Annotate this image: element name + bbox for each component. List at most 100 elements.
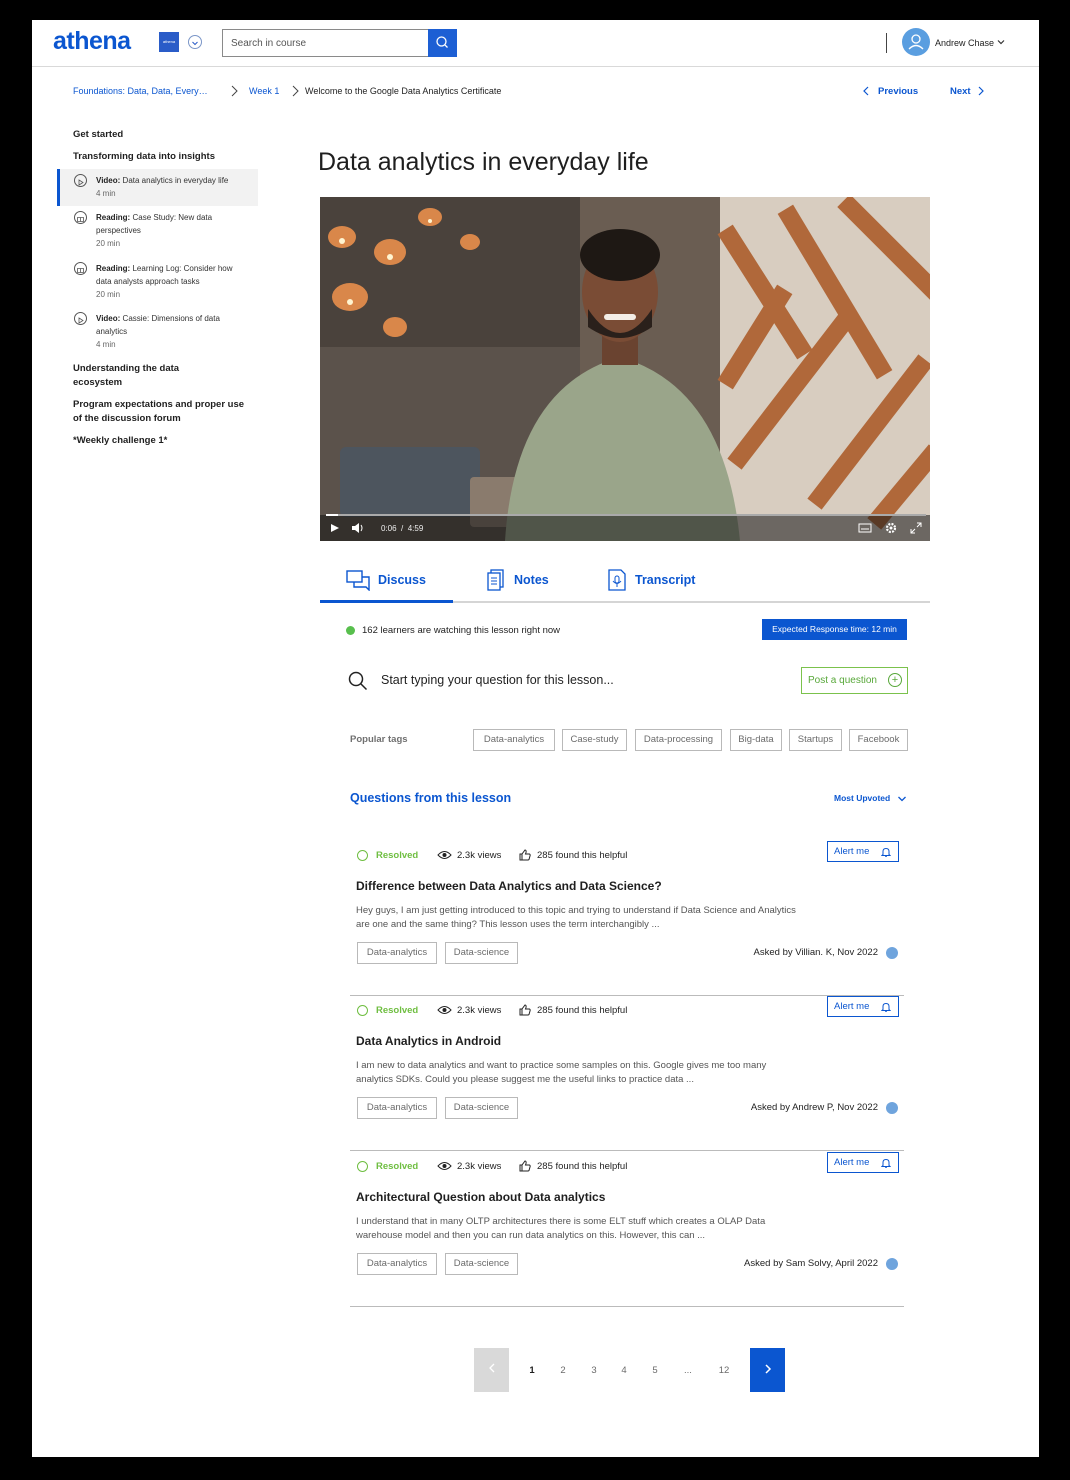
question-card[interactable]: Resolved 2.3k views 285 found this helpf… bbox=[350, 996, 904, 1151]
transcript-icon[interactable] bbox=[608, 569, 626, 591]
tag-data-analytics[interactable]: Data-analytics bbox=[357, 1097, 437, 1119]
partner-logo[interactable]: athena bbox=[159, 32, 179, 52]
search-button[interactable] bbox=[428, 29, 457, 57]
item-kind: Reading: bbox=[96, 264, 131, 273]
user-avatar[interactable] bbox=[902, 28, 930, 56]
sidebar-section-ecosystem[interactable]: Understanding the data ecosystem bbox=[73, 362, 223, 390]
question-card[interactable]: Resolved 2.3k views 285 found this helpf… bbox=[350, 841, 904, 996]
question-title[interactable]: Architectural Question about Data analyt… bbox=[356, 1190, 605, 1204]
page-2[interactable]: 2 bbox=[553, 1365, 573, 1376]
questions-heading: Questions from this lesson bbox=[350, 791, 512, 805]
question-title[interactable]: Data Analytics in Android bbox=[356, 1034, 501, 1048]
search-icon bbox=[348, 671, 368, 691]
question-input[interactable]: Start typing your question for this less… bbox=[381, 673, 614, 687]
alert-me-button[interactable]: Alert me bbox=[827, 996, 899, 1017]
question-excerpt: I am new to data analytics and want to p… bbox=[356, 1060, 767, 1085]
partner-switch-chevron-icon[interactable] bbox=[188, 35, 202, 49]
tab-discuss[interactable]: Discuss bbox=[378, 573, 426, 587]
asker-avatar bbox=[886, 1258, 898, 1270]
item-title: Data analytics in everyday life bbox=[122, 176, 229, 185]
thumbs-up-icon[interactable] bbox=[519, 1160, 531, 1172]
sort-dropdown[interactable]: Most Upvoted bbox=[834, 793, 907, 803]
plus-circle-icon: + bbox=[888, 673, 902, 687]
chevron-left-icon[interactable] bbox=[862, 85, 870, 97]
athena-logo[interactable]: athena bbox=[53, 27, 131, 56]
video-player[interactable]: 0:06 / 4:59 bbox=[320, 197, 930, 541]
tab-notes[interactable]: Notes bbox=[514, 573, 549, 587]
alert-me-label: Alert me bbox=[834, 846, 870, 857]
notes-icon[interactable] bbox=[487, 569, 505, 591]
asker-avatar bbox=[886, 1102, 898, 1114]
question-card[interactable]: Resolved 2.3k views 285 found this helpf… bbox=[350, 1152, 904, 1307]
next-button[interactable]: Next bbox=[950, 86, 971, 97]
question-excerpt: I understand that in many OLTP architect… bbox=[356, 1216, 766, 1241]
tab-transcript[interactable]: Transcript bbox=[635, 573, 695, 587]
chat-bubbles-icon[interactable] bbox=[346, 569, 370, 591]
lesson-title: Data analytics in everyday life bbox=[318, 148, 649, 176]
sidebar-item-reading-case-study[interactable]: Reading: Case Study: New data perspectiv… bbox=[96, 211, 246, 250]
header-divider bbox=[886, 33, 887, 53]
tag-data-analytics[interactable]: Data-analytics bbox=[473, 729, 555, 751]
pagination-prev-button[interactable] bbox=[474, 1348, 509, 1392]
item-duration: 20 min bbox=[96, 239, 121, 248]
resolved-status: Resolved bbox=[376, 1161, 419, 1172]
view-count: 2.3k views bbox=[457, 1161, 502, 1172]
captions-icon[interactable] bbox=[858, 523, 872, 533]
tab-active-indicator bbox=[320, 600, 453, 603]
tag-facebook[interactable]: Facebook bbox=[849, 729, 908, 751]
sidebar-section-weekly-challenge[interactable]: *Weekly challenge 1* bbox=[73, 434, 167, 448]
page-12[interactable]: 12 bbox=[714, 1365, 734, 1376]
pagination-next-button[interactable] bbox=[750, 1348, 785, 1392]
search-input[interactable]: Search in course bbox=[222, 29, 428, 57]
tag-data-analytics[interactable]: Data-analytics bbox=[357, 942, 437, 964]
page-1[interactable]: 1 bbox=[522, 1365, 542, 1376]
play-icon[interactable] bbox=[330, 523, 340, 533]
chevron-down-icon[interactable] bbox=[996, 37, 1006, 47]
chevron-right-icon[interactable] bbox=[977, 85, 985, 97]
sidebar-get-started[interactable]: Get started bbox=[73, 128, 123, 142]
alert-me-button[interactable]: Alert me bbox=[827, 1152, 899, 1173]
sidebar-section-transforming[interactable]: Transforming data into insights bbox=[73, 150, 215, 164]
tag-data-analytics[interactable]: Data-analytics bbox=[357, 1253, 437, 1275]
page-5[interactable]: 5 bbox=[645, 1365, 665, 1376]
thumbs-up-icon[interactable] bbox=[519, 1004, 531, 1016]
asked-by: Asked by Andrew P, Nov 2022 bbox=[750, 1102, 878, 1113]
alert-me-button[interactable]: Alert me bbox=[827, 841, 899, 862]
sidebar-item-reading-learning-log[interactable]: Reading: Learning Log: Consider how data… bbox=[96, 262, 246, 301]
bell-icon bbox=[881, 1158, 891, 1168]
page-3[interactable]: 3 bbox=[584, 1365, 604, 1376]
fullscreen-icon[interactable] bbox=[910, 522, 922, 534]
tag-case-study[interactable]: Case-study bbox=[562, 729, 627, 751]
tag-startups[interactable]: Startups bbox=[789, 729, 842, 751]
sidebar-active-indicator bbox=[57, 169, 60, 206]
video-play-icon bbox=[74, 312, 87, 325]
thumbs-up-icon[interactable] bbox=[519, 849, 531, 861]
breadcrumb-week[interactable]: Week 1 bbox=[249, 86, 279, 96]
question-title[interactable]: Difference between Data Analytics and Da… bbox=[356, 879, 662, 893]
video-time: 0:06 / 4:59 bbox=[381, 524, 423, 533]
post-question-label: Post a question bbox=[808, 675, 877, 686]
video-progress-bar[interactable] bbox=[326, 514, 926, 516]
resolved-check-icon bbox=[357, 850, 368, 861]
eye-icon bbox=[437, 1162, 452, 1170]
page-4[interactable]: 4 bbox=[614, 1365, 634, 1376]
popular-tags-label: Popular tags bbox=[350, 734, 408, 745]
tag-data-science[interactable]: Data-science bbox=[445, 1097, 518, 1119]
volume-icon[interactable] bbox=[351, 522, 365, 534]
resolved-status: Resolved bbox=[376, 1005, 419, 1016]
video-frame-image bbox=[320, 197, 930, 541]
view-count: 2.3k views bbox=[457, 850, 502, 861]
tag-data-science[interactable]: Data-science bbox=[445, 942, 518, 964]
sidebar-item-video-cassie[interactable]: Video: Cassie: Dimensions of data analyt… bbox=[96, 312, 246, 351]
breadcrumb-course[interactable]: Foundations: Data, Data, Every… bbox=[73, 86, 208, 96]
sidebar-item-video-data-analytics[interactable]: Video: Data analytics in everyday life 4… bbox=[96, 174, 246, 200]
tag-data-processing[interactable]: Data-processing bbox=[635, 729, 722, 751]
previous-button[interactable]: Previous bbox=[878, 86, 918, 97]
top-header: athena athena Search in course Andrew Ch… bbox=[32, 20, 1039, 67]
settings-gear-icon[interactable] bbox=[885, 522, 897, 534]
post-question-button[interactable]: Post a question + bbox=[801, 667, 908, 694]
tag-data-science[interactable]: Data-science bbox=[445, 1253, 518, 1275]
tag-big-data[interactable]: Big-data bbox=[730, 729, 782, 751]
user-name[interactable]: Andrew Chase bbox=[935, 38, 994, 48]
sidebar-section-program-expectations[interactable]: Program expectations and proper use of t… bbox=[73, 398, 253, 426]
